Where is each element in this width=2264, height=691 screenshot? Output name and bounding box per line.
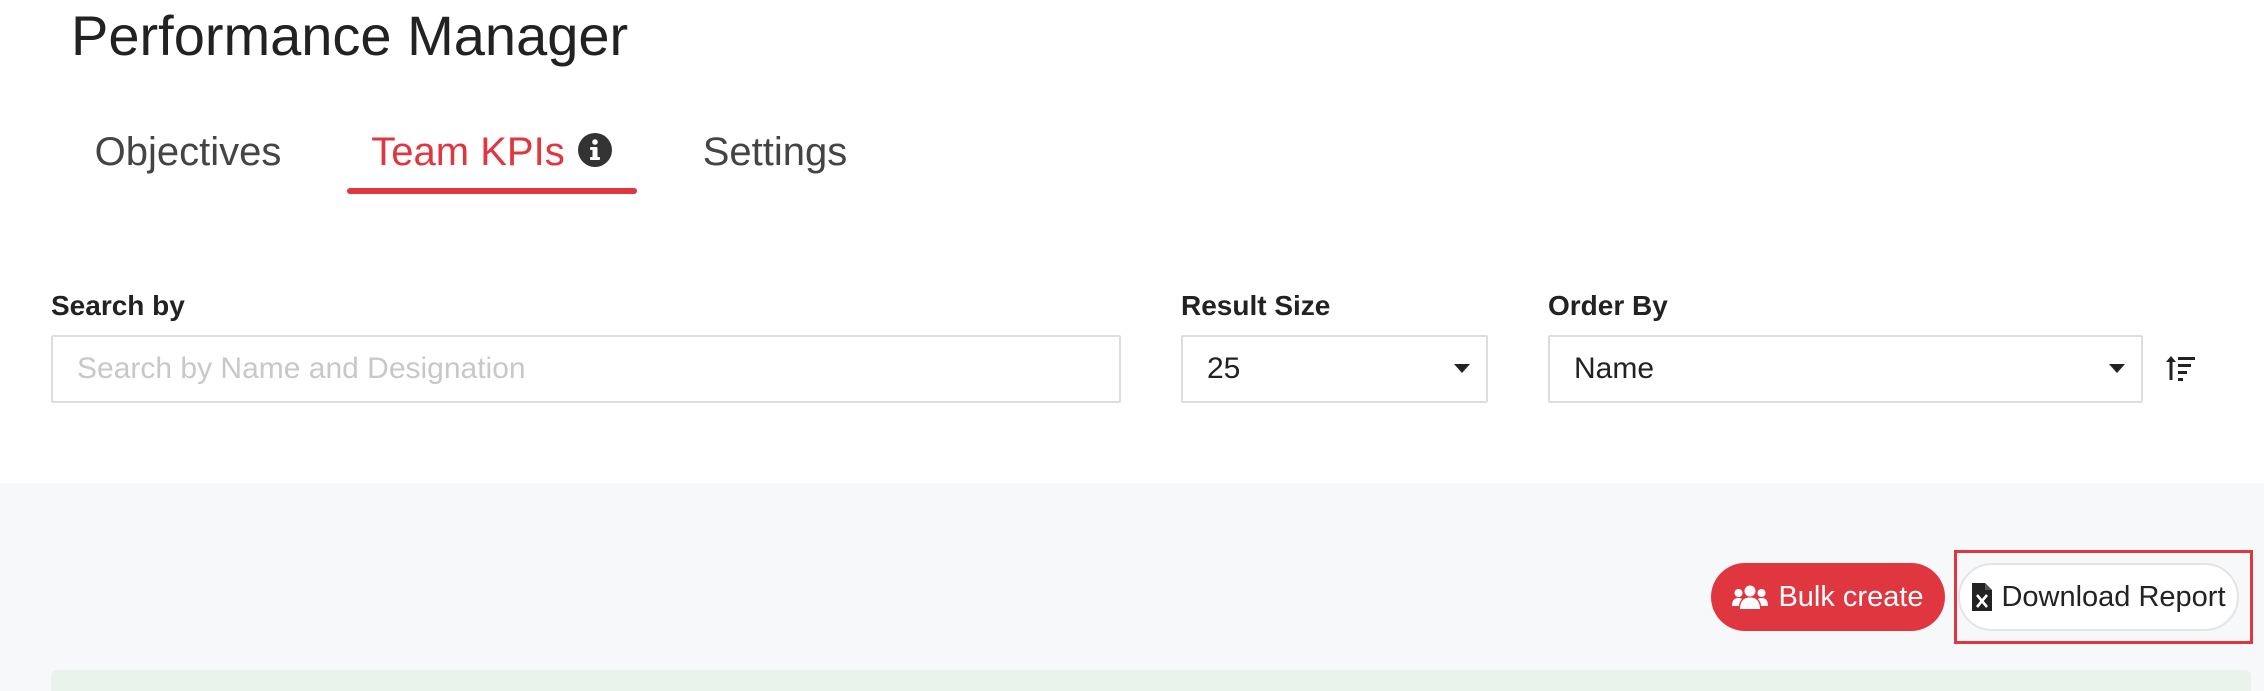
tab-settings-label: Settings [702,129,848,174]
order-by-label: Order By [1548,290,1668,321]
download-report-label: Download Report [2001,580,2226,613]
info-icon[interactable] [577,132,613,168]
result-size-label: Result Size [1181,290,1331,321]
page: Performance Manager Objectives Team KPIs… [0,0,2264,691]
tab-settings[interactable]: Settings [680,110,870,194]
result-size-value: 25 [1207,352,1241,385]
search-input[interactable] [51,335,1121,403]
active-tab-indicator [347,188,637,194]
sort-ascending-icon[interactable] [2165,352,2197,384]
bulk-create-label: Bulk create [1778,580,1924,613]
order-by-select[interactable]: Name [1548,335,2143,403]
tab-team-kpis[interactable]: Team KPIs [347,110,637,194]
chevron-down-icon [2109,364,2125,373]
excel-file-icon [1972,583,1993,611]
users-icon [1732,585,1769,609]
search-label: Search by [51,290,185,321]
bulk-create-button[interactable]: Bulk create [1711,563,1945,631]
tab-objectives-label: Objectives [94,129,282,174]
chevron-down-icon [1454,364,1470,373]
order-by-value: Name [1574,352,1655,385]
download-report-button[interactable]: Download Report [1958,563,2239,631]
page-title: Performance Manager [71,4,629,67]
tab-team-kpis-label: Team KPIs [371,129,565,174]
tab-objectives[interactable]: Objectives [70,110,306,194]
list-panel-top [51,670,2251,691]
tab-bar: Objectives Team KPIs Settings [0,110,1000,200]
result-size-select[interactable]: 25 [1181,335,1488,403]
